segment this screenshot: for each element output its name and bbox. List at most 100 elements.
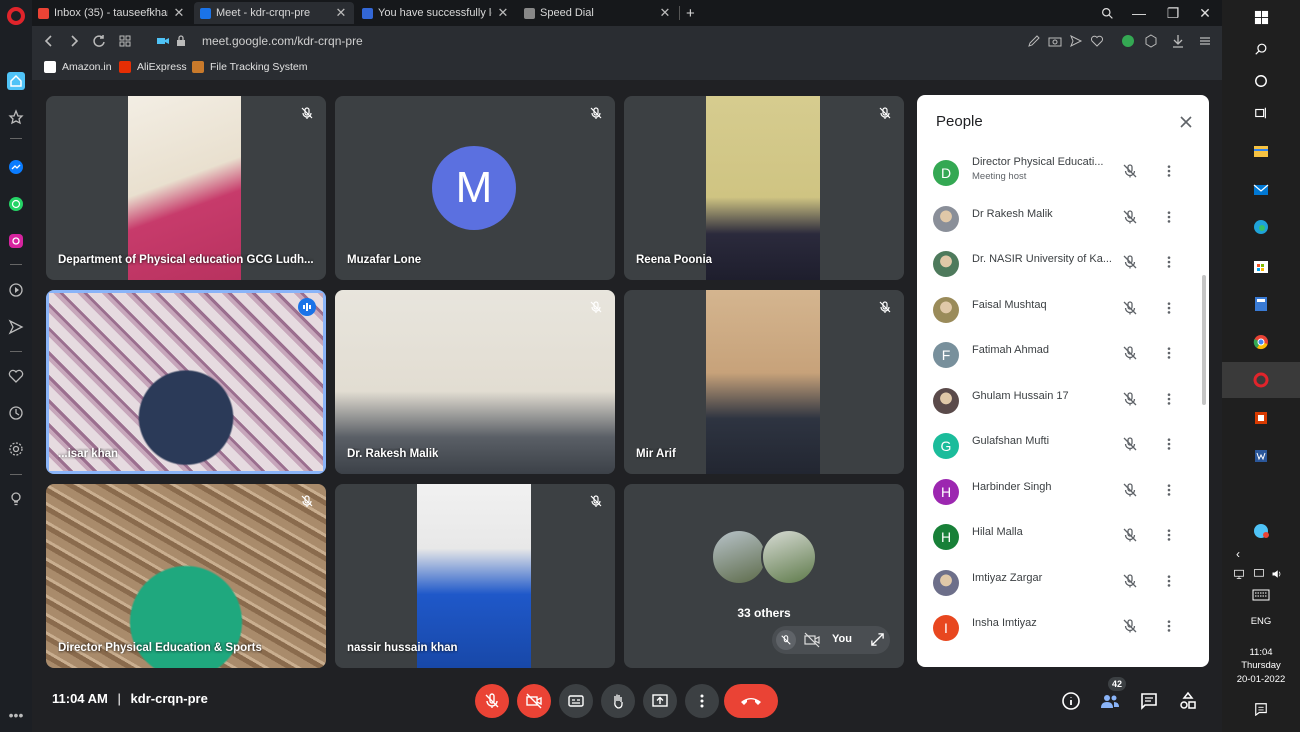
search-icon[interactable] [1098, 4, 1116, 22]
close-icon[interactable]: ✕ [496, 5, 510, 21]
cortana-icon[interactable] [1250, 70, 1272, 92]
url-field[interactable]: meet.google.com/kdr-crqn-pre [202, 34, 363, 48]
tab-meet[interactable]: Meet - kdr-crqn-pre ✕ [194, 2, 354, 24]
more-options-icon[interactable] [1160, 435, 1178, 453]
participant-row[interactable]: D Director Physical Educati... Meeting hos… [917, 152, 1209, 197]
leave-call-button[interactable] [724, 684, 778, 718]
file-explorer-icon[interactable] [1250, 140, 1272, 162]
chat-icon[interactable] [1137, 689, 1161, 713]
download-icon[interactable] [1169, 32, 1187, 50]
close-icon[interactable]: ✕ [334, 5, 348, 21]
participant-row[interactable]: H Hilal Malla [917, 516, 1209, 561]
participant-tile[interactable]: Department of Physical education GCG Lud… [46, 96, 326, 280]
tabs-grid-icon[interactable] [116, 32, 134, 50]
participant-tile[interactable]: ...isar khan [46, 290, 326, 474]
participant-tile[interactable]: Mir Arif [624, 290, 904, 474]
search-icon[interactable] [1250, 38, 1272, 60]
whatsapp-icon[interactable] [7, 195, 25, 213]
participant-row[interactable]: H Harbinder Singh [917, 471, 1209, 516]
participant-row[interactable]: Faisal Mushtaq [917, 289, 1209, 334]
close-window-button[interactable]: ✕ [1196, 4, 1214, 22]
expand-icon[interactable] [870, 632, 885, 652]
back-icon[interactable] [40, 32, 58, 50]
more-options-button[interactable] [685, 684, 719, 718]
bookmark-file-tracking[interactable]: File Tracking System [192, 61, 307, 73]
tab-inbox[interactable]: Inbox (35) - tauseefkhan20 ✕ [32, 2, 192, 24]
present-screen-button[interactable] [643, 684, 677, 718]
participant-tile[interactable]: Director Physical Education & Sports [46, 484, 326, 668]
store-icon[interactable] [1250, 255, 1272, 277]
more-options-icon[interactable] [1160, 390, 1178, 408]
easy-setup-icon[interactable] [1196, 32, 1214, 50]
participant-row[interactable]: Dr Rakesh Malik [917, 198, 1209, 243]
tray-network-icon[interactable] [1228, 563, 1250, 585]
tab-login[interactable]: You have successfully logg ✕ [356, 2, 516, 24]
mic-toggle-button[interactable] [475, 684, 509, 718]
close-icon[interactable] [1175, 111, 1197, 133]
chrome-icon[interactable] [1250, 331, 1272, 353]
history-icon[interactable] [7, 404, 25, 422]
more-options-icon[interactable] [1160, 253, 1178, 271]
player-icon[interactable] [7, 281, 25, 299]
keyboard-icon[interactable] [1250, 584, 1272, 606]
participant-row[interactable]: I Insha Imtiyaz [917, 607, 1209, 652]
forward-icon[interactable] [65, 32, 83, 50]
mail-icon[interactable] [1250, 179, 1272, 201]
settings-icon[interactable] [7, 440, 25, 458]
scrollbar[interactable] [1202, 275, 1206, 405]
heart-icon[interactable] [7, 367, 25, 385]
close-icon[interactable]: ✕ [172, 5, 186, 21]
tab-speed-dial[interactable]: Speed Dial ✕ [518, 2, 678, 24]
camera-toggle-button[interactable] [517, 684, 551, 718]
participant-tile[interactable]: M Muzafar Lone [335, 96, 615, 280]
notifications-icon[interactable] [1250, 698, 1272, 720]
more-options-icon[interactable] [1160, 572, 1178, 590]
instagram-icon[interactable] [7, 232, 25, 250]
more-options-icon[interactable] [1160, 617, 1178, 635]
activities-icon[interactable] [1176, 689, 1200, 713]
participant-tile[interactable]: Reena Poonia [624, 96, 904, 280]
participant-row[interactable]: G Gulafshan Mufti [917, 425, 1209, 470]
vpn-icon[interactable] [1119, 32, 1137, 50]
clock-date[interactable]: 20-01-2022 [1222, 674, 1300, 685]
others-tile[interactable]: 33 others You [624, 484, 904, 668]
more-icon[interactable]: ••• [7, 706, 25, 724]
chrome-notification-icon[interactable] [1250, 520, 1272, 542]
edit-icon[interactable] [1025, 32, 1043, 50]
edge-icon[interactable] [1250, 216, 1272, 238]
word-icon[interactable] [1250, 445, 1272, 467]
office-icon[interactable] [1250, 407, 1272, 429]
opera-taskbar-icon[interactable] [1250, 369, 1272, 391]
more-options-icon[interactable] [1160, 299, 1178, 317]
participant-tile[interactable]: Dr. Rakesh Malik [335, 290, 615, 474]
more-options-icon[interactable] [1160, 208, 1178, 226]
new-tab-button[interactable]: + [680, 2, 700, 24]
minimize-button[interactable]: — [1130, 4, 1148, 22]
extensions-icon[interactable] [1142, 32, 1160, 50]
raise-hand-button[interactable] [601, 684, 635, 718]
share-icon[interactable] [1067, 32, 1085, 50]
restore-button[interactable]: ❐ [1164, 4, 1182, 22]
more-options-icon[interactable] [1160, 481, 1178, 499]
clock-day[interactable]: Thursday [1222, 660, 1300, 671]
more-options-icon[interactable] [1160, 162, 1178, 180]
bookmark-amazon[interactable]: Amazon.in [44, 61, 112, 73]
windows-start-icon[interactable] [1250, 6, 1272, 28]
participant-tile[interactable]: nassir hussain khan [335, 484, 615, 668]
chevron-left-icon[interactable]: ‹ [1227, 543, 1249, 565]
reload-icon[interactable] [90, 32, 108, 50]
task-view-icon[interactable] [1250, 102, 1272, 124]
star-icon[interactable] [7, 108, 25, 126]
clock-time[interactable]: 11:04 [1222, 647, 1300, 658]
bookmark-aliexpress[interactable]: AliExpress [119, 61, 187, 73]
opera-logo[interactable] [7, 7, 25, 25]
calculator-icon[interactable] [1250, 293, 1272, 315]
more-options-icon[interactable] [1160, 344, 1178, 362]
self-view-pill[interactable]: You [772, 626, 890, 654]
home-icon[interactable] [7, 72, 25, 90]
people-icon[interactable] [1098, 689, 1122, 713]
meeting-info-icon[interactable] [1059, 689, 1083, 713]
snapshot-icon[interactable] [1046, 32, 1064, 50]
captions-button[interactable] [559, 684, 593, 718]
input-language[interactable]: ENG [1222, 616, 1300, 627]
